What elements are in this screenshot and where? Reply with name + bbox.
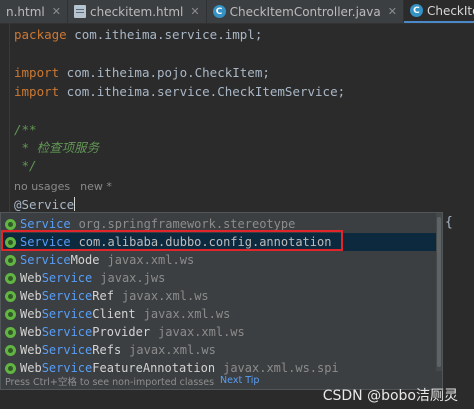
html-file-icon [73, 5, 86, 18]
completion-item[interactable]: Web Service Provider javax.xml.ws [2, 323, 436, 341]
completion-item[interactable]: Service Mode javax.xml.ws [2, 251, 436, 269]
annotation-icon [5, 308, 16, 320]
footer-hint-text: Press Ctrl+空格 to see non-imported classe… [5, 376, 215, 388]
completion-item[interactable]: Web Service Ref javax.xml.ws [2, 287, 436, 305]
annotation-icon [5, 326, 16, 338]
prefix-text: Web [20, 271, 42, 285]
prefix-text: Web [20, 325, 42, 339]
tab-html-1[interactable]: n.html ✕ [0, 0, 68, 23]
doc-comment-close[interactable]: */ [14, 158, 37, 174]
completion-item[interactable]: Web Service javax.jws [2, 269, 436, 287]
red-highlight-box [1, 230, 343, 251]
prefix-text: Web [20, 343, 42, 357]
rest-text: Refs [92, 343, 122, 357]
tab-label: n.html [6, 4, 45, 19]
close-icon[interactable]: ✕ [190, 5, 199, 18]
rest-text: Client [92, 307, 136, 321]
enum-icon [5, 254, 16, 266]
import-name: com.itheima.service.CheckItemService; [59, 84, 346, 99]
close-icon[interactable]: ✕ [388, 5, 397, 18]
match-text: Service [41, 271, 93, 285]
keyword: import [14, 65, 60, 80]
annotation-icon [5, 272, 16, 284]
tab-label: checkitem.html [89, 4, 184, 19]
import-name: com.itheima.pojo.CheckItem; [59, 65, 270, 80]
popup-scrollbar[interactable] [436, 213, 442, 371]
package-name: com.itheima.service.impl; [66, 27, 263, 42]
scrollbar-thumb[interactable] [437, 217, 441, 367]
completion-item[interactable]: Web Service Refs javax.xml.ws [2, 341, 436, 359]
watermark: CSDN @bobo洁厕灵 [322, 388, 458, 404]
code-line-annotation[interactable]: @Service [14, 197, 76, 213]
java-class-icon: C [212, 5, 226, 18]
editor-tab-bar: n.html ✕ checkitem.html ✕ C CheckItemCon… [0, 0, 474, 24]
tab-label: CheckItemServiceImpl [426, 3, 474, 18]
class-brace: { [445, 215, 453, 230]
tab-checkitem-html[interactable]: checkitem.html ✕ [68, 0, 207, 23]
inlay-hints: no usages new * [14, 180, 112, 193]
tab-checkitem-controller[interactable]: C CheckItemController.java ✕ [207, 0, 404, 23]
package-text: org.springframework.stereotype [78, 217, 296, 231]
match-text: Service [41, 307, 93, 321]
match-text: Service [41, 289, 93, 303]
match-text: Service [41, 343, 93, 357]
keyword: package [14, 27, 67, 42]
java-class-icon: C [409, 4, 423, 17]
package-text: javax.xml.ws [107, 253, 195, 267]
annotation-icon [5, 290, 16, 302]
code-line-import-1[interactable]: import com.itheima.pojo.CheckItem; [14, 65, 270, 81]
tab-checkitem-service-impl[interactable]: C CheckItemServiceImpl [403, 0, 474, 23]
next-tip-link[interactable]: Next Tip [220, 375, 259, 386]
doc-comment-body[interactable]: * 检查项服务 [14, 140, 100, 156]
doc-comment-open[interactable]: /** [14, 122, 37, 138]
close-icon[interactable]: ✕ [52, 5, 61, 18]
match-text: Service [41, 325, 93, 339]
match-text: Service [20, 253, 71, 267]
prefix-text: Web [20, 289, 42, 303]
package-text: javax.xml.ws [158, 325, 245, 339]
fold-gutter [9, 23, 10, 213]
annotation-text: @Service [14, 197, 75, 212]
usages-hint[interactable]: no usages [14, 180, 70, 193]
keyword: import [14, 84, 60, 99]
text-caret [74, 197, 76, 211]
code-line-package[interactable]: package com.itheima.service.impl; [14, 27, 262, 43]
code-line-import-2[interactable]: import com.itheima.service.CheckItemServ… [14, 84, 345, 100]
author-hint[interactable]: new * [80, 180, 112, 193]
package-text: javax.xml.ws [121, 289, 209, 303]
tab-label: CheckItemController.java [229, 4, 381, 19]
completion-item[interactable]: Web Service Client javax.xml.ws [2, 305, 436, 323]
annotation-icon [5, 344, 16, 356]
rest-text: Ref [92, 289, 114, 303]
package-text: javax.jws [100, 271, 166, 285]
rest-text: Provider [92, 325, 151, 339]
package-text: javax.xml.ws [129, 343, 216, 357]
package-text: javax.xml.ws [143, 307, 231, 321]
match-text: Service [20, 217, 71, 231]
rest-text: Mode [70, 253, 100, 267]
annotation-icon [5, 218, 16, 230]
prefix-text: Web [20, 307, 42, 321]
